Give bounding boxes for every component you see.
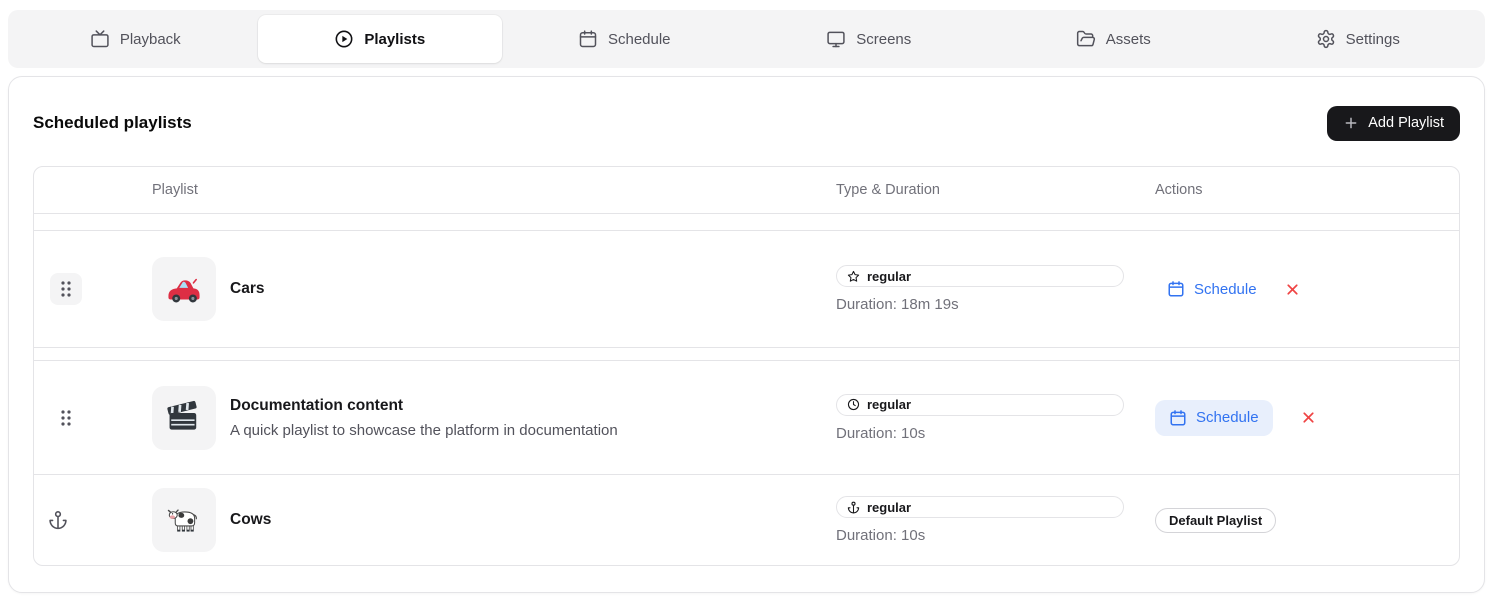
type-badge-label: regular (867, 269, 911, 284)
calendar-icon (1167, 280, 1185, 298)
type-badge-label: regular (867, 397, 911, 412)
duration-label: Duration: 10s (836, 527, 1155, 544)
duration-label: Duration: 10s (836, 425, 1155, 442)
calendar-icon (1169, 409, 1187, 427)
type-badge: regular (836, 265, 1124, 287)
clapper-board-image (164, 398, 204, 438)
tab-label: Schedule (608, 31, 671, 48)
tv-icon (90, 29, 110, 49)
duration-label: Duration: 18m 19s (836, 296, 1155, 313)
clock-icon (847, 398, 860, 411)
tab-playlists[interactable]: Playlists (258, 15, 503, 63)
play-circle-icon (334, 29, 354, 49)
playlist-name: Cars (230, 280, 264, 298)
tab-label: Assets (1106, 31, 1151, 48)
cow-image (163, 499, 205, 541)
playlist-thumbnail (152, 488, 216, 552)
tab-playback[interactable]: Playback (13, 15, 258, 63)
table-row: Cows regular Duration: 10s Default Playl… (34, 475, 1459, 565)
tab-label: Screens (856, 31, 911, 48)
tab-label: Playback (120, 31, 181, 48)
schedule-button[interactable]: Schedule (1155, 400, 1273, 436)
top-nav: Playback Playlists Schedule Screens Asse… (8, 10, 1485, 68)
scheduled-playlists-panel: Scheduled playlists Add Playlist Playlis… (8, 76, 1485, 593)
monitor-icon (826, 29, 846, 49)
playlists-table: Playlist Type & Duration Actions (33, 166, 1460, 566)
playlist-thumbnail (152, 386, 216, 450)
remove-playlist-button[interactable] (1300, 409, 1317, 426)
type-badge: regular (836, 496, 1124, 518)
folder-icon (1076, 29, 1096, 49)
page-title: Scheduled playlists (33, 113, 192, 133)
add-playlist-label: Add Playlist (1368, 115, 1444, 131)
drag-handle[interactable] (50, 273, 82, 305)
calendar-icon (578, 29, 598, 49)
table-row: Cars regular Duration: 18m 19s Schedule (34, 231, 1459, 348)
playlist-thumbnail (152, 257, 216, 321)
playlist-name: Documentation content (230, 397, 618, 415)
tab-screens[interactable]: Screens (747, 15, 992, 63)
tab-schedule[interactable]: Schedule (502, 15, 747, 63)
remove-playlist-button[interactable] (1284, 281, 1301, 298)
default-playlist-badge: Default Playlist (1155, 508, 1276, 533)
table-row: Documentation content A quick playlist t… (34, 361, 1459, 475)
tab-label: Settings (1346, 31, 1400, 48)
drop-zone-spacer (34, 348, 1459, 361)
drag-handle[interactable] (50, 402, 82, 434)
star-icon (847, 270, 860, 283)
schedule-label: Schedule (1196, 409, 1259, 426)
anchor-icon (48, 510, 68, 530)
schedule-label: Schedule (1194, 281, 1257, 298)
anchor-icon (847, 501, 860, 514)
playlist-name: Cows (230, 511, 271, 529)
drag-dots-icon (58, 408, 74, 428)
x-icon (1284, 281, 1301, 298)
gear-icon (1316, 29, 1336, 49)
type-badge-label: regular (867, 500, 911, 515)
drop-zone-spacer (34, 214, 1459, 231)
playlist-description: A quick playlist to showcase the platfor… (230, 422, 618, 439)
tab-label: Playlists (364, 31, 425, 48)
column-header-playlist: Playlist (152, 182, 836, 198)
column-header-type-duration: Type & Duration (836, 182, 1155, 198)
add-playlist-button[interactable]: Add Playlist (1327, 106, 1460, 141)
panel-header: Scheduled playlists Add Playlist (33, 105, 1460, 141)
table-header-row: Playlist Type & Duration Actions (34, 167, 1459, 214)
drag-dots-icon (58, 279, 74, 299)
type-badge: regular (836, 394, 1124, 416)
tab-assets[interactable]: Assets (991, 15, 1236, 63)
column-header-actions: Actions (1155, 182, 1459, 198)
schedule-button[interactable]: Schedule (1155, 280, 1257, 298)
car-image (164, 269, 204, 309)
x-icon (1300, 409, 1317, 426)
plus-icon (1343, 115, 1359, 131)
tab-settings[interactable]: Settings (1236, 15, 1481, 63)
